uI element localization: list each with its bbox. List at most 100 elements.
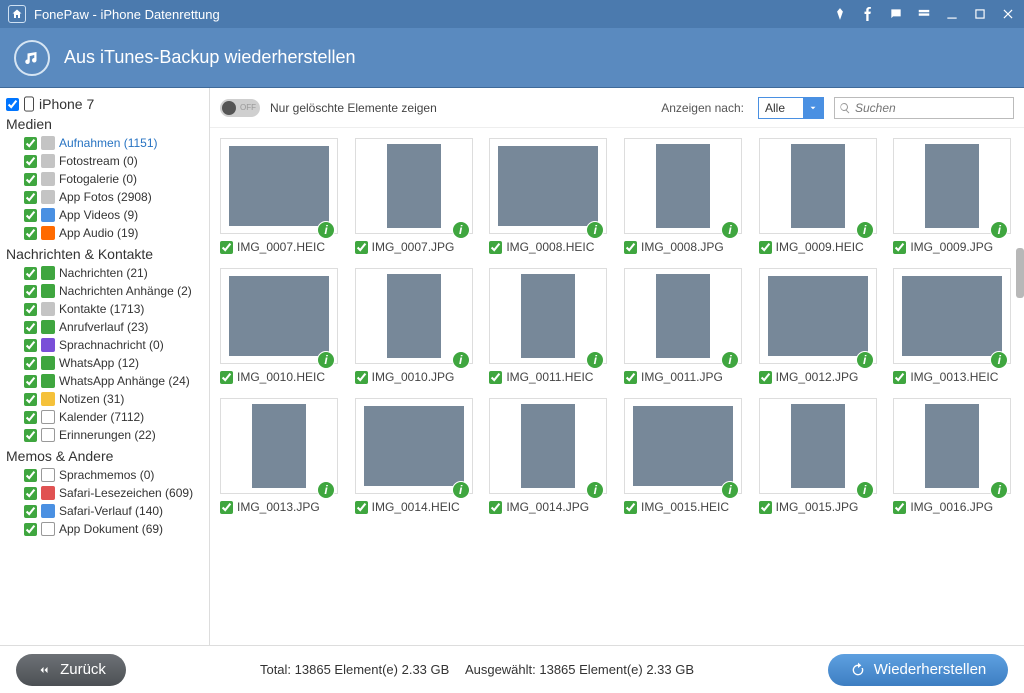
thumbnail[interactable]: i	[893, 268, 1011, 364]
thumbnail[interactable]: i	[355, 268, 473, 364]
item-checkbox[interactable]	[24, 303, 37, 316]
thumbnail[interactable]: i	[220, 138, 338, 234]
scrollbar-thumb[interactable]	[1016, 248, 1024, 298]
thumbnail[interactable]: i	[893, 398, 1011, 494]
item-checkbox[interactable]	[24, 393, 37, 406]
info-badge-icon[interactable]: i	[721, 351, 739, 369]
thumbnail[interactable]: i	[893, 138, 1011, 234]
feedback-icon[interactable]	[916, 6, 932, 22]
thumb-checkbox[interactable]	[220, 241, 233, 254]
thumb-checkbox[interactable]	[624, 501, 637, 514]
sidebar-item[interactable]: Nachrichten Anhänge (2)	[6, 282, 203, 300]
thumbnail-grid-wrap[interactable]: iIMG_0007.HEICiIMG_0007.JPGiIMG_0008.HEI…	[210, 128, 1024, 645]
thumb-checkbox[interactable]	[893, 371, 906, 384]
sidebar-item[interactable]: Sprachmemos (0)	[6, 466, 203, 484]
sidebar-item[interactable]: Safari-Verlauf (140)	[6, 502, 203, 520]
info-badge-icon[interactable]: i	[317, 351, 335, 369]
sidebar-item[interactable]: Notizen (31)	[6, 390, 203, 408]
sidebar-item[interactable]: Anrufverlauf (23)	[6, 318, 203, 336]
thumbnail[interactable]: i	[759, 268, 877, 364]
thumb-checkbox[interactable]	[893, 501, 906, 514]
info-badge-icon[interactable]: i	[990, 221, 1008, 239]
thumb-checkbox[interactable]	[489, 371, 502, 384]
sidebar-item[interactable]: Kontakte (1713)	[6, 300, 203, 318]
thumbnail[interactable]: i	[489, 138, 607, 234]
item-checkbox[interactable]	[24, 375, 37, 388]
minimize-icon[interactable]	[944, 6, 960, 22]
item-checkbox[interactable]	[24, 505, 37, 518]
info-badge-icon[interactable]: i	[452, 221, 470, 239]
info-badge-icon[interactable]: i	[586, 351, 604, 369]
thumbnail[interactable]: i	[759, 138, 877, 234]
thumb-checkbox[interactable]	[759, 241, 772, 254]
item-checkbox[interactable]	[24, 267, 37, 280]
item-checkbox[interactable]	[24, 469, 37, 482]
item-checkbox[interactable]	[24, 155, 37, 168]
info-badge-icon[interactable]: i	[586, 221, 604, 239]
info-badge-icon[interactable]: i	[856, 481, 874, 499]
sidebar-item[interactable]: Kalender (7112)	[6, 408, 203, 426]
thumb-checkbox[interactable]	[355, 371, 368, 384]
item-checkbox[interactable]	[24, 339, 37, 352]
thumb-checkbox[interactable]	[624, 241, 637, 254]
search-box[interactable]	[834, 97, 1014, 119]
thumbnail[interactable]: i	[489, 398, 607, 494]
sidebar-item[interactable]: App Fotos (2908)	[6, 188, 203, 206]
thumbnail[interactable]: i	[220, 268, 338, 364]
item-checkbox[interactable]	[24, 137, 37, 150]
home-icon[interactable]	[8, 5, 26, 23]
item-checkbox[interactable]	[24, 209, 37, 222]
sidebar-item[interactable]: WhatsApp (12)	[6, 354, 203, 372]
info-badge-icon[interactable]: i	[317, 221, 335, 239]
item-checkbox[interactable]	[24, 411, 37, 424]
filter-dropdown[interactable]: Alle	[758, 97, 824, 119]
device-checkbox[interactable]	[6, 98, 19, 111]
diamond-icon[interactable]	[832, 6, 848, 22]
sidebar-item[interactable]: App Videos (9)	[6, 206, 203, 224]
maximize-icon[interactable]	[972, 6, 988, 22]
back-button[interactable]: Zurück	[16, 654, 126, 686]
thumbnail[interactable]: i	[624, 268, 742, 364]
sidebar-item[interactable]: Aufnahmen (1151)	[6, 134, 203, 152]
thumbnail[interactable]: i	[624, 138, 742, 234]
thumb-checkbox[interactable]	[355, 501, 368, 514]
item-checkbox[interactable]	[24, 429, 37, 442]
item-checkbox[interactable]	[24, 523, 37, 536]
info-badge-icon[interactable]: i	[990, 481, 1008, 499]
info-badge-icon[interactable]: i	[452, 351, 470, 369]
sidebar-item[interactable]: Fotostream (0)	[6, 152, 203, 170]
info-badge-icon[interactable]: i	[586, 481, 604, 499]
sidebar-item[interactable]: Erinnerungen (22)	[6, 426, 203, 444]
sidebar-item[interactable]: WhatsApp Anhänge (24)	[6, 372, 203, 390]
thumbnail[interactable]: i	[759, 398, 877, 494]
thumbnail[interactable]: i	[489, 268, 607, 364]
item-checkbox[interactable]	[24, 191, 37, 204]
item-checkbox[interactable]	[24, 227, 37, 240]
info-badge-icon[interactable]: i	[452, 481, 470, 499]
deleted-only-toggle[interactable]: OFF	[220, 99, 260, 117]
thumb-checkbox[interactable]	[489, 241, 502, 254]
sidebar-item[interactable]: Fotogalerie (0)	[6, 170, 203, 188]
sidebar-item[interactable]: App Audio (19)	[6, 224, 203, 242]
search-input[interactable]	[855, 101, 1005, 115]
facebook-icon[interactable]	[860, 6, 876, 22]
thumb-checkbox[interactable]	[759, 371, 772, 384]
info-badge-icon[interactable]: i	[856, 351, 874, 369]
sidebar-item[interactable]: Nachrichten (21)	[6, 264, 203, 282]
close-icon[interactable]	[1000, 6, 1016, 22]
item-checkbox[interactable]	[24, 285, 37, 298]
thumbnail[interactable]: i	[355, 138, 473, 234]
device-row[interactable]: iPhone 7	[6, 96, 203, 112]
info-badge-icon[interactable]: i	[721, 221, 739, 239]
thumb-checkbox[interactable]	[893, 241, 906, 254]
info-badge-icon[interactable]: i	[721, 481, 739, 499]
item-checkbox[interactable]	[24, 487, 37, 500]
thumb-checkbox[interactable]	[489, 501, 502, 514]
info-badge-icon[interactable]: i	[317, 481, 335, 499]
info-badge-icon[interactable]: i	[856, 221, 874, 239]
chat-icon[interactable]	[888, 6, 904, 22]
item-checkbox[interactable]	[24, 321, 37, 334]
thumb-checkbox[interactable]	[220, 371, 233, 384]
info-badge-icon[interactable]: i	[990, 351, 1008, 369]
recover-button[interactable]: Wiederherstellen	[828, 654, 1008, 686]
